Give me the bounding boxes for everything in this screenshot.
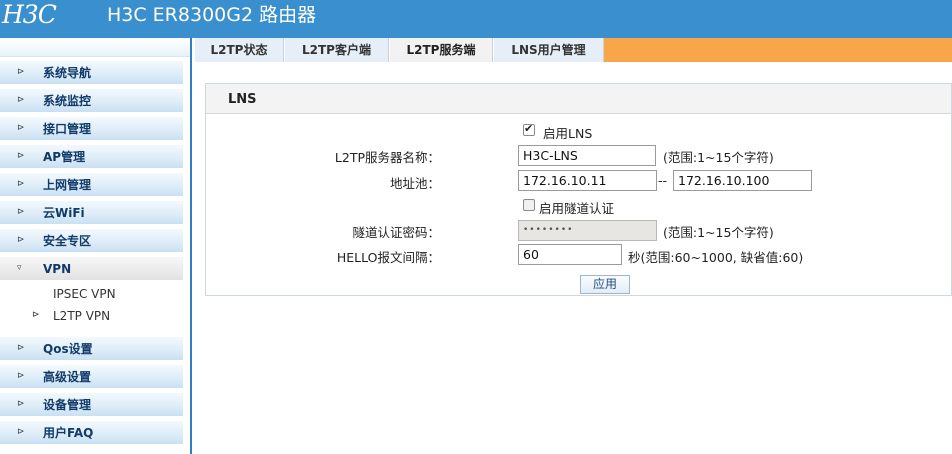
enable-tunnel-auth-label: 启用隧道认证 [539, 201, 615, 216]
tunnel-password-input[interactable]: •••••••• [518, 220, 657, 241]
expand-arrow-icon: ⊳ [17, 235, 25, 245]
expand-arrow-icon: ⊳ [17, 427, 25, 437]
sidebar-item-label: AP管理 [43, 150, 86, 164]
enable-lns-label: 启用LNS [543, 126, 593, 141]
sidebar-item-vpn[interactable]: ▿ VPN [0, 257, 183, 281]
sidebar-item-label: 用户FAQ [43, 426, 94, 440]
expand-arrow-icon: ⊳ [17, 371, 25, 381]
sidebar-item-advanced[interactable]: ⊳ 高级设置 [0, 365, 183, 389]
expand-arrow-icon: ⊳ [17, 151, 25, 161]
expand-arrow-icon: ⊳ [17, 95, 25, 105]
expand-arrow-icon: ⊳ [17, 179, 25, 189]
tunnel-password-hint: (范围:1~15个字符) [663, 225, 774, 240]
sidebar-item-label: VPN [43, 262, 72, 276]
hello-interval-hint: 秒(范围:60~1000, 缺省值:60) [628, 250, 804, 265]
expand-arrow-icon: ⊳ [17, 123, 25, 133]
pool-end-input[interactable]: 172.16.10.100 [673, 170, 812, 191]
sidebar-item-device-mgmt[interactable]: ⊳ 设备管理 [0, 393, 183, 417]
sidebar-item-ap[interactable]: ⊳ AP管理 [0, 145, 183, 169]
sidebar-subitem-label: L2TP VPN [53, 309, 111, 323]
expand-arrow-icon: ⊳ [17, 67, 25, 77]
hello-interval-input[interactable]: 60 [518, 244, 622, 265]
apply-button[interactable]: 应用 [580, 275, 630, 294]
router-model-title: H3C ER8300G2 路由器 [107, 4, 317, 26]
sidebar-item-interface[interactable]: ⊳ 接口管理 [0, 117, 183, 141]
server-name-input[interactable]: H3C-LNS [518, 145, 656, 166]
sidebar-item-label: 系统监控 [43, 94, 92, 108]
top-header: H3C H3C ER8300G2 路由器 [0, 0, 952, 38]
sidebar-item-internet[interactable]: ⊳ 上网管理 [0, 173, 183, 197]
collapse-arrow-icon: ▿ [17, 263, 22, 273]
selected-arrow-icon: ⊳ [32, 310, 40, 320]
tab-l2tp-client[interactable]: L2TP客户端 [284, 38, 389, 62]
panel-title: LNS [228, 92, 257, 107]
expand-arrow-icon: ⊳ [17, 343, 25, 353]
server-name-hint: (范围:1~15个字符) [663, 150, 774, 165]
sidebar-item-label: 上网管理 [43, 178, 92, 192]
sidebar-item-system-monitor[interactable]: ⊳ 系统监控 [0, 89, 183, 113]
sidebar-item-qos[interactable]: ⊳ Qos设置 [0, 337, 183, 361]
pool-start-input[interactable]: 172.16.10.11 [518, 170, 657, 191]
server-name-label: L2TP服务器名称： [334, 150, 440, 165]
sidebar-item-label: Qos设置 [43, 342, 93, 356]
sidebar-item-security[interactable]: ⊳ 安全专区 [0, 229, 183, 253]
hello-interval-label: HELLO报文间隔： [336, 250, 440, 265]
sidebar-item-user-faq[interactable]: ⊳ 用户FAQ [0, 421, 183, 445]
sidebar-item-label: 云WiFi [43, 206, 85, 220]
sidebar-item-label: 设备管理 [43, 398, 92, 412]
tab-l2tp-server[interactable]: L2TP服务端 [389, 38, 493, 62]
pool-separator: -- [658, 173, 668, 188]
sidebar-subitem-label: IPSEC VPN [53, 287, 116, 301]
sidebar-item-label: 安全专区 [43, 234, 92, 248]
sidebar-subitem-ipsec-vpn[interactable]: IPSEC VPN [0, 283, 183, 305]
sidebar-item-cloud-wifi[interactable]: ⊳ 云WiFi [0, 201, 183, 225]
expand-arrow-icon: ⊳ [17, 399, 25, 409]
sidebar-item-label: 高级设置 [43, 370, 92, 384]
tab-lns-user-mgmt[interactable]: LNS用户管理 [493, 38, 604, 62]
h3c-logo: H3C [2, 0, 57, 29]
sidebar-item-label: 系统导航 [43, 66, 92, 80]
sidebar-item-label: 接口管理 [43, 122, 92, 136]
tab-l2tp-status[interactable]: L2TP状态 [194, 38, 284, 62]
enable-tunnel-auth-checkbox[interactable] [523, 199, 535, 211]
tab-bar: L2TP状态 L2TP客户端 L2TP服务端 LNS用户管理 [194, 38, 952, 62]
panel-header: LNS [206, 84, 951, 114]
enable-lns-checkbox[interactable] [523, 122, 535, 136]
tunnel-password-label: 隧道认证密码： [352, 225, 440, 240]
sidebar-top-band [0, 38, 190, 57]
sidebar-item-system-nav[interactable]: ⊳ 系统导航 [0, 61, 183, 85]
address-pool-label: 地址池： [389, 176, 440, 191]
expand-arrow-icon: ⊳ [17, 207, 25, 217]
sidebar-subitem-l2tp-vpn[interactable]: ⊳ L2TP VPN [0, 305, 183, 327]
